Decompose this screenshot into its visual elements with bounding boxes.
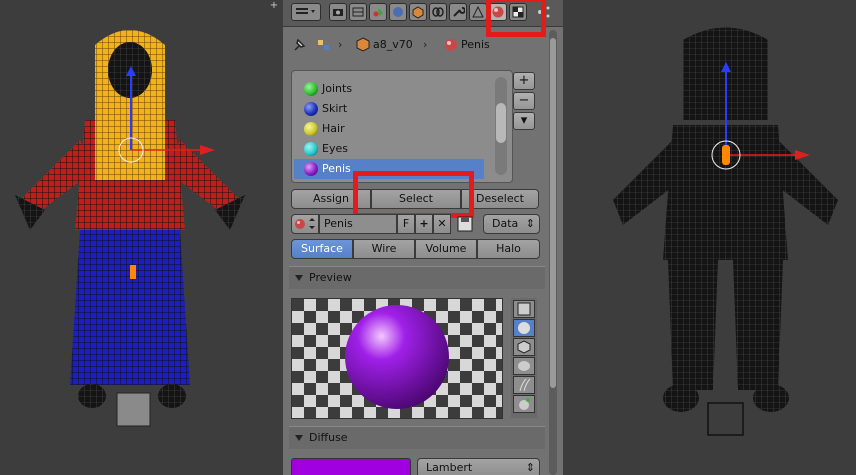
material-ball-icon (304, 122, 318, 136)
highlight-material-tab (486, 0, 546, 37)
right-character-mesh (613, 27, 838, 436)
unlink-material-button[interactable]: ✕ (433, 214, 451, 234)
material-name-field[interactable]: Penis (319, 214, 397, 234)
list-item-label: Joints (322, 82, 353, 95)
breadcrumb-separator-1: › (338, 38, 343, 51)
render-layers-icon (352, 7, 364, 17)
constraints-tab[interactable] (429, 3, 447, 21)
list-item-label: Hair (322, 122, 345, 135)
3d-viewport-right[interactable] (563, 0, 856, 475)
pin-icon (294, 38, 306, 51)
material-breadcrumb-icon (443, 37, 459, 53)
collapse-arrow-icon (295, 435, 303, 441)
fake-user-button[interactable]: F (397, 214, 415, 234)
data-tab[interactable] (469, 3, 487, 21)
collapse-arrow-icon (295, 275, 303, 281)
material-ball-icon (304, 82, 318, 96)
material-breadcrumb-label: Penis (461, 38, 490, 51)
list-item-label: Penis (322, 162, 351, 175)
diffuse-color-swatch[interactable] (291, 458, 411, 475)
editor-type-button[interactable] (291, 3, 321, 21)
list-item[interactable]: Skirt (294, 99, 484, 119)
material-browse-icon (295, 218, 315, 229)
mesh-context-icon (315, 36, 333, 54)
tab-volume[interactable]: Volume (415, 239, 477, 259)
slot-specials-button[interactable]: ▾ (513, 112, 535, 130)
list-item[interactable]: Hair (294, 119, 484, 139)
pin-button[interactable] (291, 36, 311, 54)
preview-section-header[interactable]: Preview (289, 266, 545, 289)
dropdown-arrows-icon: ⇕ (525, 461, 535, 474)
panel-scrollbar-thumb[interactable] (550, 38, 556, 388)
modifiers-tab[interactable] (449, 3, 467, 21)
add-slot-button[interactable]: + (513, 72, 535, 90)
material-ball-icon (304, 142, 318, 156)
tab-surface[interactable]: Surface (291, 239, 353, 259)
diffuse-title: Diffuse (309, 431, 348, 444)
hair-icon[interactable] (513, 376, 535, 394)
tab-wire[interactable]: Wire (353, 239, 415, 259)
flat-icon[interactable] (513, 300, 535, 318)
data-icon (472, 5, 484, 18)
browse-material-button[interactable] (291, 214, 319, 234)
list-scrollbar-thumb[interactable] (496, 103, 506, 143)
material-ball-icon (304, 162, 318, 176)
scene-icon (373, 8, 383, 17)
breadcrumb-separator-2: › (423, 38, 428, 51)
object-breadcrumb-icon (355, 37, 371, 53)
new-material-button[interactable]: + (415, 214, 433, 234)
link-type-dropdown[interactable]: Data ⇕ (483, 214, 540, 234)
left-character-mesh (15, 30, 245, 427)
diffuse-section-header[interactable]: Diffuse (289, 426, 545, 449)
object-tab[interactable] (409, 3, 427, 21)
diffuse-shader-dropdown[interactable]: Lambert ⇕ (417, 458, 540, 475)
highlight-select-button (353, 171, 474, 218)
material-ball-icon (304, 102, 318, 116)
sky-sphere-icon[interactable] (513, 395, 535, 413)
world-tab[interactable] (389, 3, 407, 21)
monkey-icon[interactable] (513, 357, 535, 375)
material-slots-list: Joints Skirt Hair Eyes Penis (291, 70, 513, 183)
list-scrollbar[interactable] (495, 77, 507, 175)
constraints-icon (432, 7, 444, 17)
link-type-value: Data (492, 217, 519, 230)
tab-halo[interactable]: Halo (477, 239, 540, 259)
object-breadcrumb-label: a8_v70 (373, 38, 413, 51)
sphere-icon[interactable] (513, 319, 535, 337)
render-icon (333, 9, 343, 16)
save-icon[interactable] (455, 214, 475, 234)
3d-viewport-left[interactable] (0, 0, 283, 475)
preview-title: Preview (309, 271, 352, 284)
list-item[interactable]: Eyes (294, 139, 484, 159)
scene-tab[interactable] (369, 3, 387, 21)
diffuse-shader-value: Lambert (426, 461, 473, 474)
modifiers-icon (453, 7, 465, 17)
remove-slot-button[interactable]: − (513, 92, 535, 110)
object-icon (412, 6, 424, 19)
editor-type-icon (296, 8, 315, 14)
list-item-label: Skirt (322, 102, 348, 115)
world-icon (393, 7, 403, 17)
properties-panel: › a8_v70 › Penis Joints Skirt Hair Eyes … (283, 0, 563, 475)
panel-scrollbar[interactable] (549, 30, 557, 475)
preview-render (292, 299, 502, 418)
dropdown-arrows-icon: ⇕ (525, 217, 535, 230)
cube-icon[interactable] (513, 338, 535, 356)
render-layers-tab[interactable] (349, 3, 367, 21)
preview-shape-column (511, 298, 537, 418)
render-tab[interactable] (329, 3, 347, 21)
material-preview (291, 298, 503, 419)
viewport-split-icon[interactable]: + (268, 0, 280, 12)
list-item-label: Eyes (322, 142, 348, 155)
list-item[interactable]: Joints (294, 79, 484, 99)
